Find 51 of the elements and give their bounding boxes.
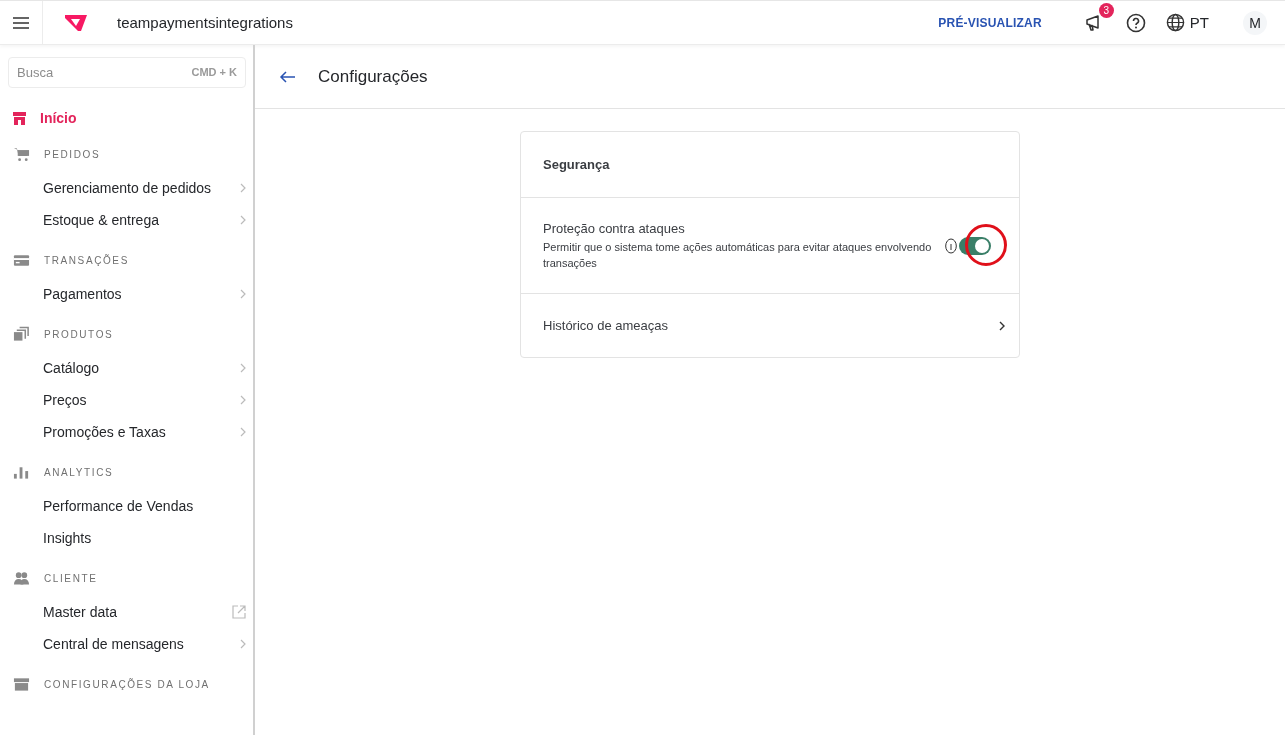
nav-item[interactable]: Central de mensagens xyxy=(8,628,246,660)
nav-item[interactable]: Estoque & entrega xyxy=(8,204,246,236)
page-title: Configurações xyxy=(318,66,428,87)
notification-badge: 3 xyxy=(1098,2,1114,18)
user-avatar[interactable]: M xyxy=(1243,10,1267,35)
nav-item[interactable]: Catálogo xyxy=(8,352,246,384)
nav-item[interactable]: Insights xyxy=(8,522,246,554)
setting-label: Proteção contra ataques xyxy=(543,220,686,236)
shortcut-hint: CMD + K xyxy=(191,66,237,78)
store-icon xyxy=(13,111,26,125)
help-icon[interactable] xyxy=(1125,12,1146,33)
home-nav-item[interactable]: Início xyxy=(13,110,246,126)
menu-row[interactable]: Histórico de ameaças xyxy=(521,293,1019,357)
nav-item[interactable]: Preços xyxy=(8,384,246,416)
section-heading: PRODUTOS xyxy=(44,328,114,340)
store-icon xyxy=(13,676,30,692)
chevron-right-icon xyxy=(240,183,246,193)
external-link-icon xyxy=(232,605,246,619)
section-heading: ANALYTICS xyxy=(44,466,114,478)
card-title: Segurança xyxy=(542,156,611,174)
nav-item[interactable]: Gerenciamento de pedidos xyxy=(8,172,246,204)
account-name[interactable]: teampaymentsintegrations xyxy=(117,14,293,31)
globe-icon xyxy=(1165,13,1185,32)
chevron-right-icon xyxy=(240,395,246,405)
people-icon xyxy=(13,570,30,586)
preview-link[interactable]: PRÉ-VISUALIZAR xyxy=(932,14,1048,31)
language-selector[interactable]: PT xyxy=(1165,13,1209,32)
setting-description: Permitir que o sistema tome ações automáticas para evitar ataques envolvendo transações xyxy=(543,239,933,271)
nav-item[interactable]: Pagamentos xyxy=(8,278,246,310)
chevron-right-icon xyxy=(240,363,246,373)
info-icon[interactable] xyxy=(945,237,957,254)
chevron-right-icon xyxy=(240,427,246,437)
menu-icon xyxy=(13,16,29,29)
nav-item[interactable]: Performance de Vendas xyxy=(8,490,246,522)
chevron-right-icon xyxy=(999,320,1005,331)
chevron-right-icon xyxy=(240,215,246,225)
chevron-right-icon xyxy=(240,289,246,299)
logo-icon[interactable] xyxy=(65,14,87,31)
section-heading: PEDIDOS xyxy=(44,148,101,160)
credit-card-icon xyxy=(13,252,30,268)
nav-item[interactable]: Promoções e Taxas xyxy=(8,416,246,448)
chevron-right-icon xyxy=(240,639,246,649)
section-heading: TRANSAÇÕES xyxy=(44,254,129,266)
nav-item[interactable]: Master data xyxy=(8,596,246,628)
section-heading: CLIENTE xyxy=(44,572,98,584)
bar-chart-icon xyxy=(13,464,30,480)
back-arrow-icon[interactable] xyxy=(279,70,296,83)
toggle-switch[interactable] xyxy=(959,236,991,255)
stacked-boxes-icon xyxy=(13,326,30,342)
section-heading: CONFIGURAÇÕES DA LOJA xyxy=(44,678,210,690)
cart-icon xyxy=(13,146,30,162)
